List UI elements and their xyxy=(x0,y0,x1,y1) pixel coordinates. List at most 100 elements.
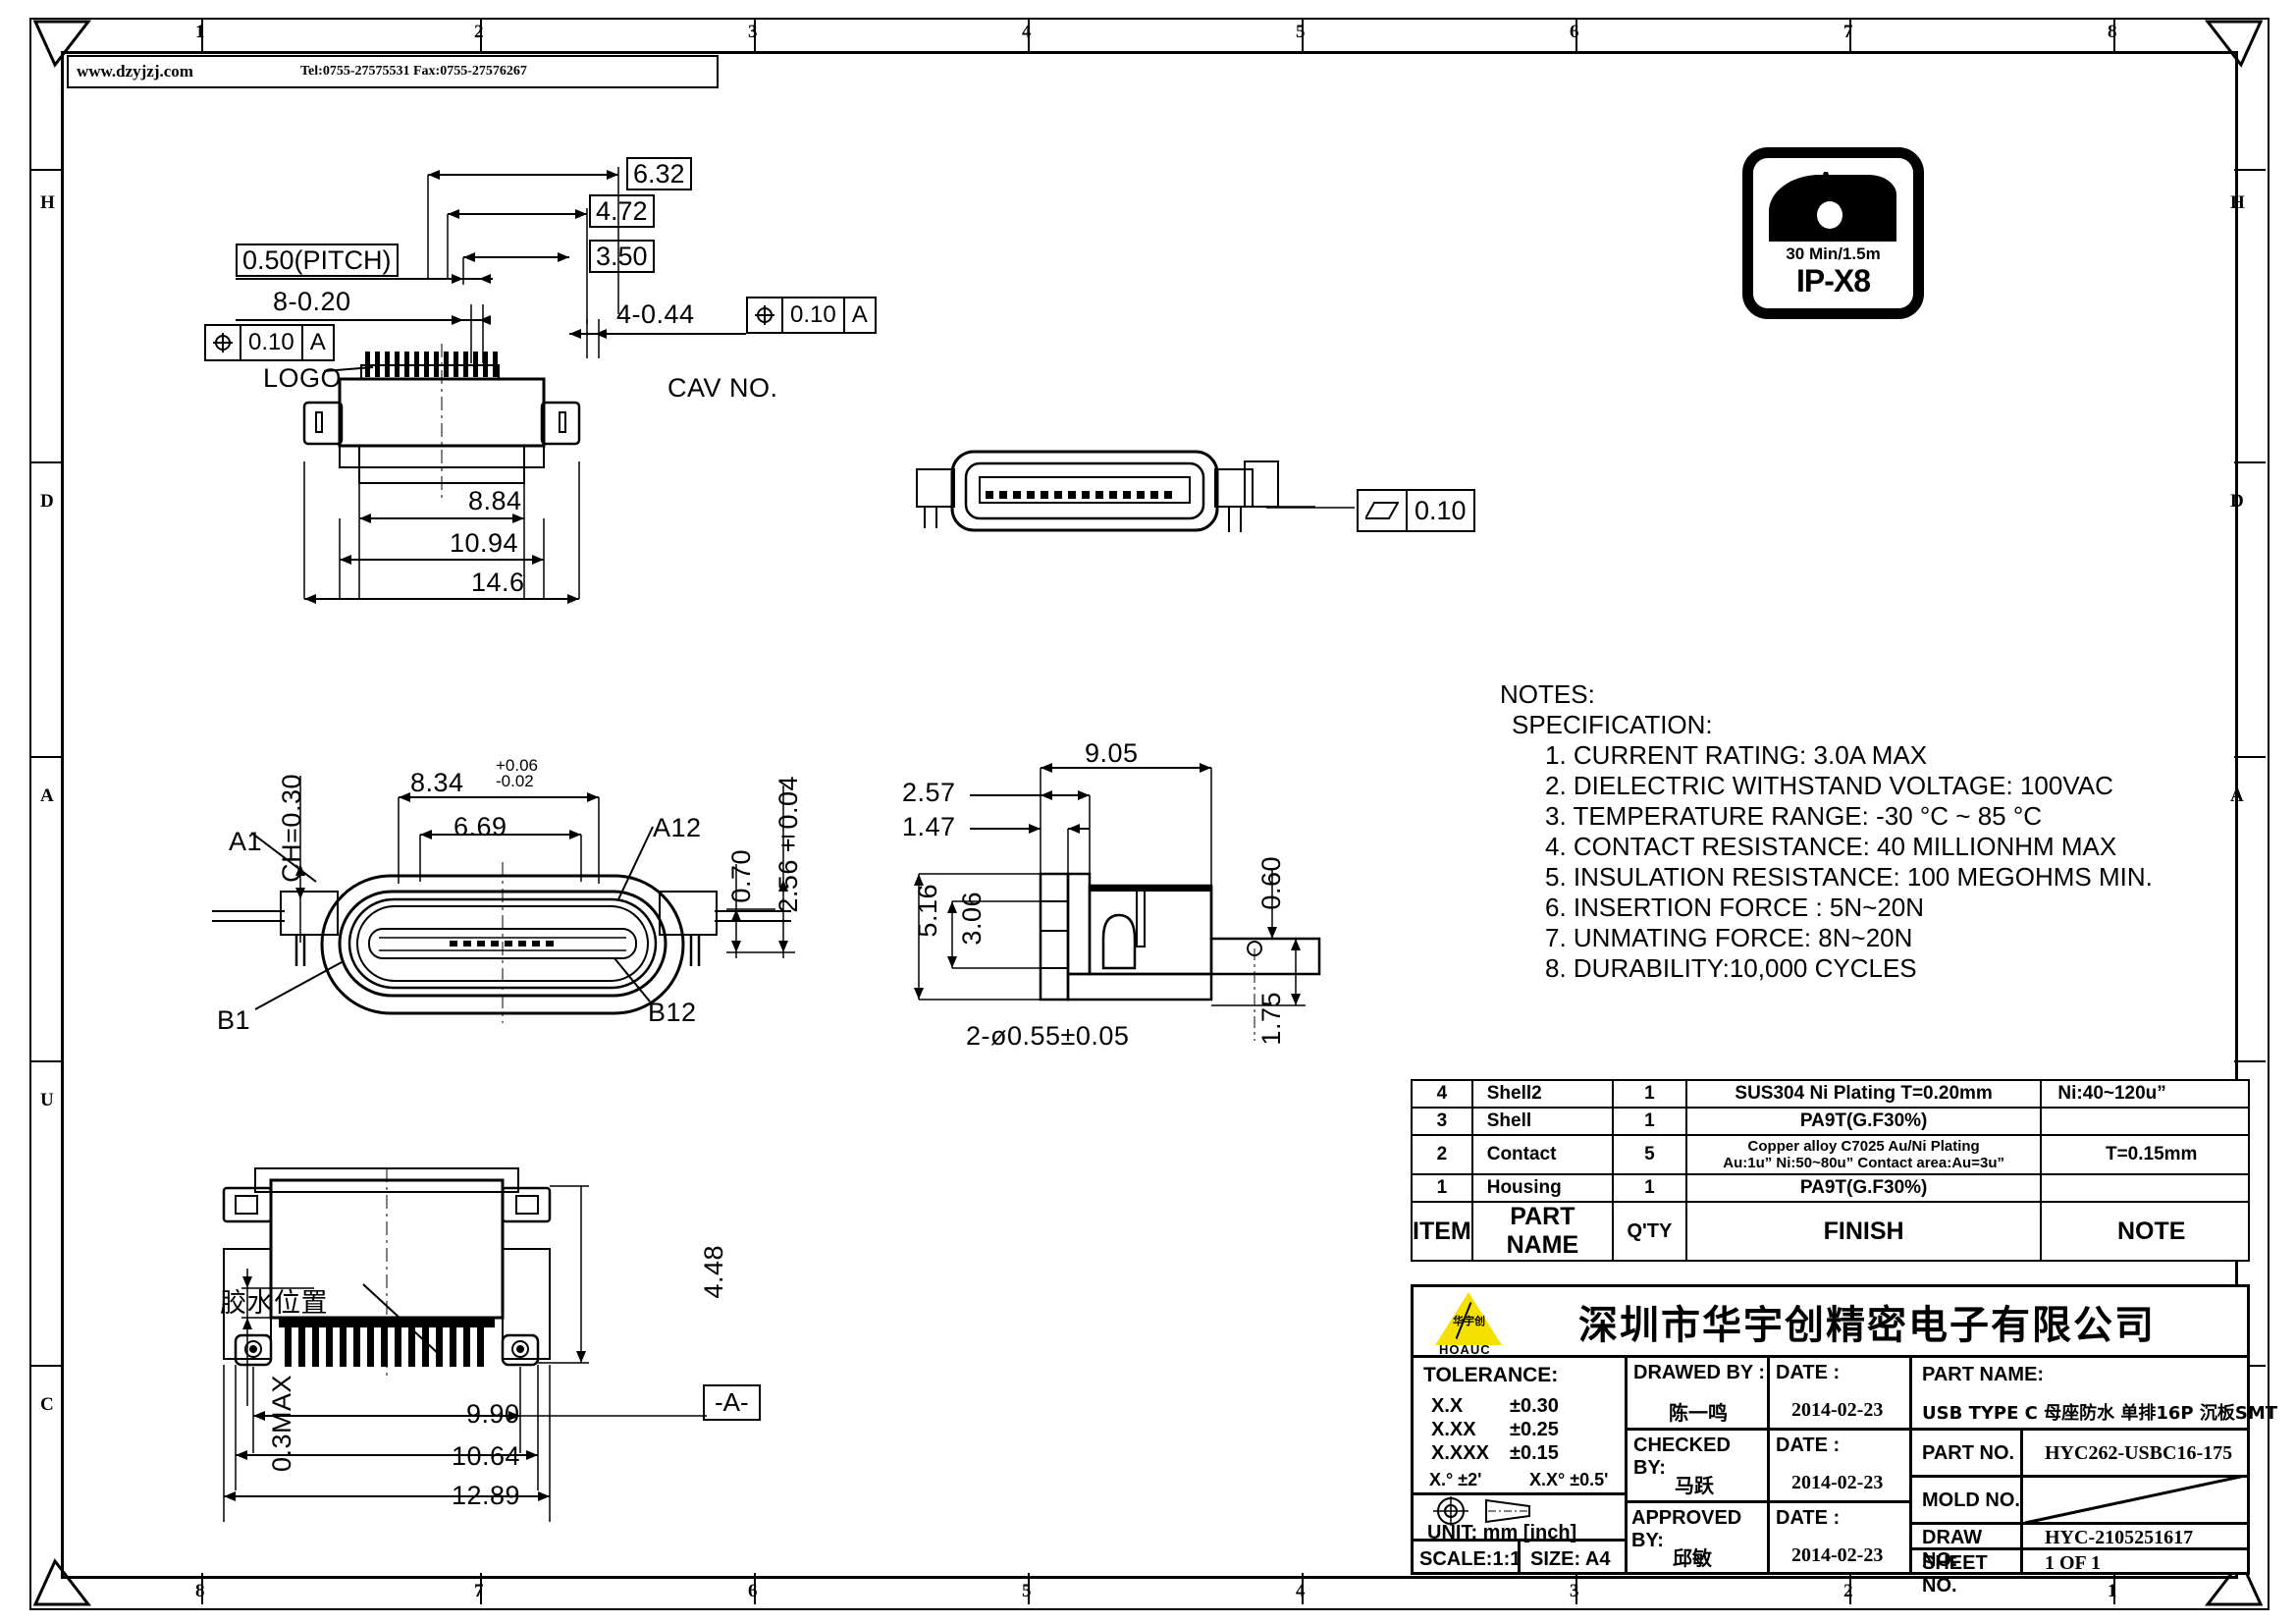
draw-no-value-cell: HYC-2105251617 xyxy=(2023,1525,2247,1550)
notes-subtitle: SPECIFICATION: xyxy=(1512,710,1713,739)
part-no-label-cell: PART NO. xyxy=(1912,1431,2023,1478)
bom-part-name: Shell xyxy=(1470,1107,1615,1136)
zone-letter-right-h: H xyxy=(2230,192,2245,213)
checked-date-cell: DATE : 2014-02-23 xyxy=(1770,1431,1912,1503)
checked-date-label: DATE : xyxy=(1776,1435,1841,1456)
parallelogram-icon xyxy=(1359,491,1408,530)
bom-note xyxy=(2040,1107,2250,1136)
scale-label: SCALE:1:1 xyxy=(1419,1548,1522,1570)
bom-header-note: NOTE xyxy=(2040,1201,2250,1262)
tolerance-l4-val: X.X° ±0.5' xyxy=(1529,1470,1609,1489)
header-contact: Tel:0755-27575531 Fax:0755-27576267 xyxy=(300,64,527,79)
part-no-value: HYC262-USBC16-175 xyxy=(2045,1442,2233,1464)
note-item-5: 5. INSULATION RESISTANCE: 100 MEGOHMS MI… xyxy=(1545,862,2153,892)
note-item-6: 6. INSERTION FORCE : 5N~20N xyxy=(1545,893,1925,922)
sheet-no-value: 1 OF 1 xyxy=(2045,1552,2102,1574)
zone-num-bot-8: 8 xyxy=(195,1581,205,1601)
zone-num-top-7: 7 xyxy=(1843,22,1853,42)
zone-tick-bot-3 xyxy=(1575,1573,1577,1604)
front-view-body xyxy=(212,776,795,1023)
zone-letter-left-u: U xyxy=(40,1090,54,1110)
approved-date-value: 2014-02-23 xyxy=(1791,1544,1884,1566)
zone-letter-left-a: A xyxy=(40,785,54,806)
unit-box: UNIT: mm [inch] xyxy=(1414,1495,1628,1543)
zone-tick-bot-2 xyxy=(1849,1573,1851,1604)
checked-date-value: 2014-02-23 xyxy=(1791,1472,1884,1493)
zone-tick-right-3 xyxy=(2234,756,2266,758)
zone-tick-bot-8 xyxy=(201,1573,203,1604)
ipx8-rating: IP-X8 xyxy=(1795,263,1871,298)
draw-no-label-cell: DRAW NO: xyxy=(1912,1525,2023,1571)
label-cav-no: CAV NO. xyxy=(667,373,778,403)
zone-tick-top-1 xyxy=(201,20,203,51)
zone-tick-top-7 xyxy=(1849,20,1851,51)
approved-by-value: 邱敏 xyxy=(1673,1546,1712,1570)
bom-item: 2 xyxy=(1411,1134,1473,1175)
zone-num-bot-4: 4 xyxy=(1296,1581,1306,1601)
zone-tick-bot-5 xyxy=(1028,1573,1030,1604)
bom-table: 4 Shell2 1 SUS304 Ni Plating T=0.20mm Ni… xyxy=(1411,1079,2250,1262)
tolerance-title: TOLERANCE: xyxy=(1423,1364,1559,1386)
bom-header-part-name: PART NAME xyxy=(1470,1201,1615,1262)
bom-qty: 1 xyxy=(1612,1107,1687,1136)
zone-tick-bot-1 xyxy=(2113,1573,2115,1604)
bom-note: Ni:40~120u” xyxy=(2040,1079,2250,1109)
zone-num-top-1: 1 xyxy=(195,22,205,42)
header-url-bar: www.dzyjzj.com Tel:0755-27575531 Fax:075… xyxy=(67,55,719,88)
note-item-3: 3. TEMPERATURE RANGE: -30 °C ~ 85 °C xyxy=(1545,801,2043,831)
corner-mark-tr xyxy=(2204,20,2263,68)
zone-num-top-6: 6 xyxy=(1570,22,1579,42)
side-view-fcf-leader xyxy=(1266,507,1355,509)
zone-tick-left-1 xyxy=(29,169,61,171)
bom-part-name: Shell2 xyxy=(1470,1079,1615,1109)
tolerance-l1-val: ±0.30 xyxy=(1510,1395,1559,1417)
zone-letter-right-a: A xyxy=(2230,785,2244,806)
bom-row-2: 2 Contact 5 Copper alloy C7025 Au/Ni Pla… xyxy=(1411,1134,2250,1175)
bom-finish: PA9T(G.F30%) xyxy=(1684,1107,2043,1136)
bom-part-name: Housing xyxy=(1470,1173,1615,1203)
zone-num-bot-6: 6 xyxy=(748,1581,758,1601)
bom-finish-multiline: Copper alloy C7025 Au/Ni Plating Au:1u” … xyxy=(1684,1134,2043,1175)
scale-box: SCALE:1:1 xyxy=(1414,1542,1521,1575)
draw-no-value: HYC-2105251617 xyxy=(2045,1527,2194,1548)
tolerance-l2-val: ±0.25 xyxy=(1510,1419,1559,1440)
zone-num-top-4: 4 xyxy=(1022,22,1032,42)
bottom-view-body xyxy=(222,1167,707,1522)
fcf-flatness-tolerance: 0.10 xyxy=(1415,495,1467,525)
mold-no-label-cell: MOLD NO. xyxy=(1912,1478,2023,1525)
top-view-dim-lines xyxy=(236,167,746,363)
part-name-label: PART NAME: xyxy=(1922,1364,2045,1385)
zone-tick-left-4 xyxy=(29,1060,61,1062)
drawed-by-cell: DRAWED BY : 陈一鸣 xyxy=(1628,1358,1770,1431)
bom-header-item: ITEM xyxy=(1411,1201,1473,1262)
note-item-8: 8. DURABILITY:10,000 CYCLES xyxy=(1545,953,1917,983)
tolerance-l3-val: ±0.15 xyxy=(1510,1442,1559,1464)
zone-letter-right-d: D xyxy=(2230,491,2244,512)
zone-num-bot-7: 7 xyxy=(474,1581,484,1601)
part-no-label: PART NO. xyxy=(1922,1442,2015,1464)
mold-no-value-cell xyxy=(2023,1478,2247,1525)
zone-tick-bot-6 xyxy=(754,1573,756,1604)
zone-num-top-5: 5 xyxy=(1296,22,1306,42)
zone-tick-top-3 xyxy=(754,20,756,51)
bom-item: 3 xyxy=(1411,1107,1473,1136)
bom-header-finish: FINISH xyxy=(1684,1201,2043,1262)
note-item-1: 1. CURRENT RATING: 3.0A MAX xyxy=(1545,740,1928,770)
title-block-grid: TOLERANCE: X.X ±0.30 X.XX ±0.25 X.XXX ±0… xyxy=(1414,1358,2277,1597)
part-name-cell: PART NAME: USB TYPE C 母座防水 单排16P 沉板SMT xyxy=(1912,1358,2277,1431)
bom-note xyxy=(2040,1173,2250,1203)
size-label: SIZE: A4 xyxy=(1530,1548,1611,1570)
drawed-date-value: 2014-02-23 xyxy=(1791,1399,1884,1421)
bom-header-row: ITEM PART NAME Q'TY FINISH NOTE xyxy=(1411,1201,2250,1262)
approved-date-cell: DATE : 2014-02-23 xyxy=(1770,1503,1912,1575)
fcf-flatness: 0.10 xyxy=(1357,489,1475,532)
zone-tick-top-6 xyxy=(1575,20,1577,51)
ipx8-badge: 30 Min/1.5m IP-X8 xyxy=(1742,147,1924,319)
section-view-body xyxy=(914,763,1321,1041)
size-box: SIZE: A4 xyxy=(1521,1542,1628,1575)
zone-letter-left-c: C xyxy=(40,1394,54,1415)
zone-num-top-3: 3 xyxy=(748,22,758,42)
approved-date-label: DATE : xyxy=(1776,1507,1841,1529)
zone-num-bot-5: 5 xyxy=(1022,1581,1032,1601)
tolerance-l4-key: X.° ±2' xyxy=(1429,1470,1482,1489)
